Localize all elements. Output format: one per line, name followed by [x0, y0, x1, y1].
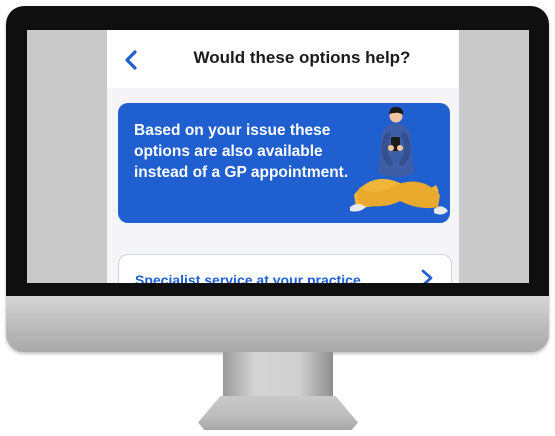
monitor-chin [6, 296, 549, 352]
monitor-stand-base [198, 396, 358, 430]
monitor-screen: Would these options help? Based on your … [27, 30, 529, 283]
info-card: Based on your issue these options are al… [118, 103, 450, 223]
app-header: Would these options help? [107, 30, 459, 88]
chevron-left-icon [125, 50, 137, 70]
back-button[interactable] [119, 46, 143, 74]
person-sitting-with-phone-illustration [350, 106, 448, 215]
app-view: Would these options help? Based on your … [107, 30, 459, 283]
page-title: Would these options help? [193, 48, 411, 67]
info-card-text: Based on your issue these options are al… [134, 122, 349, 181]
monitor-stand-neck [223, 352, 333, 398]
chevron-right-icon [421, 269, 433, 283]
option-specialist-service[interactable]: Specialist service at your practice [118, 254, 452, 283]
monitor-bezel: Would these options help? Based on your … [6, 6, 549, 296]
option-label: Specialist service at your practice [135, 272, 361, 283]
monitor: Would these options help? Based on your … [6, 6, 549, 352]
